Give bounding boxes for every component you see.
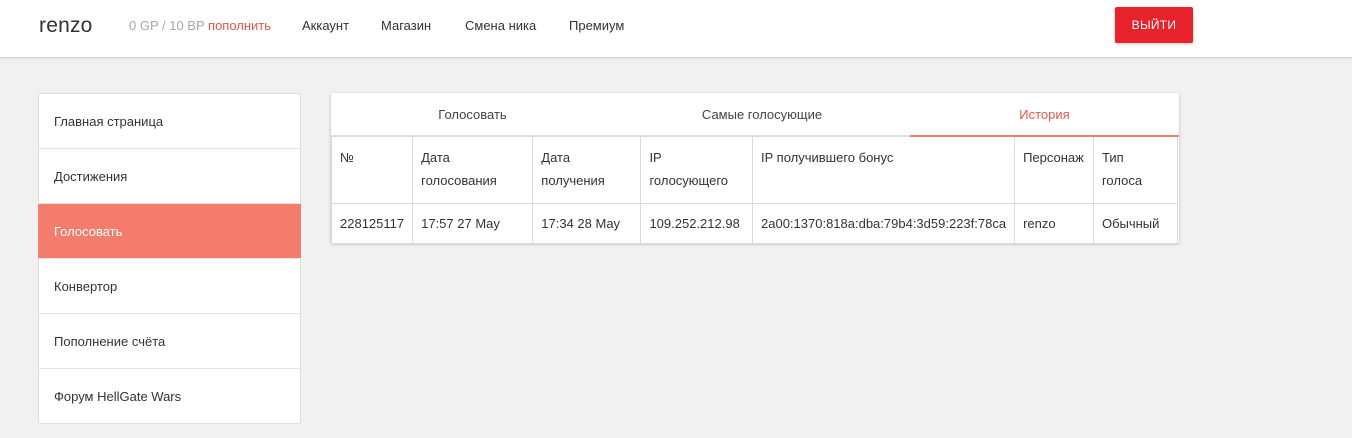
column-header-vote-type: Тип голоса (1092, 136, 1179, 204)
cell-receive-date: 17:34 28 May (532, 203, 642, 244)
nav-premium-link[interactable]: Премиум (569, 18, 624, 33)
column-header-receive-date: Дата получения (532, 136, 642, 204)
cell-number: 228125117 (330, 203, 414, 244)
column-header-voter-ip: IP голосующего (640, 136, 753, 204)
column-header-number: № (330, 136, 414, 204)
sidebar-menu: Главная страница Достижения Голосовать К… (38, 93, 301, 424)
column-header-vote-date: Дата голосования (412, 136, 534, 204)
cell-vote-date: 17:57 27 May (412, 203, 534, 244)
table-header-row: № Дата голосования Дата получения IP голосу… (330, 136, 1179, 204)
tab-history[interactable]: История (910, 93, 1179, 137)
nav-rename-link[interactable]: Смена ника (465, 18, 536, 33)
nav-account-link[interactable]: Аккаунт (302, 18, 349, 33)
cell-character: renzo (1014, 203, 1094, 244)
sidebar-item-forum[interactable]: Форум HellGate Wars (39, 369, 300, 424)
nav-shop-link[interactable]: Магазин (381, 18, 431, 33)
vote-history-table: № Дата голосования Дата получения IP голосу… (330, 136, 1179, 244)
cell-voter-ip: 109.252.212.98 (640, 203, 753, 244)
cell-bonus-ip: 2a00:1370:818a:dba:79b4:3d59:223f:78ca (751, 203, 1016, 244)
balance-display: 0 GP / 10 BP пополнить (129, 18, 271, 33)
column-header-character: Персонаж (1014, 136, 1094, 204)
tab-top-voters[interactable]: Самые голосующие (614, 93, 910, 135)
vote-panel: Голосовать Самые голосующие История № Да… (330, 93, 1179, 244)
logout-button[interactable]: ВЫЙТИ (1115, 7, 1193, 43)
brand-username[interactable]: renzo (39, 14, 93, 38)
sidebar-item-achievements[interactable]: Достижения (39, 149, 300, 204)
column-header-bonus-ip: IP получившего бонус (751, 136, 1016, 204)
vote-tabs: Голосовать Самые голосующие История (331, 93, 1179, 137)
tab-vote[interactable]: Голосовать (331, 93, 614, 135)
cell-vote-type: Обычный (1092, 203, 1179, 244)
sidebar-item-converter[interactable]: Конвертор (39, 259, 300, 314)
sidebar-item-vote[interactable]: Голосовать (38, 204, 301, 259)
balance-value: 0 GP / 10 BP (129, 18, 205, 33)
topup-link[interactable]: пополнить (208, 18, 271, 33)
sidebar-item-topup[interactable]: Пополнение счёта (39, 314, 300, 369)
sidebar-item-home[interactable]: Главная страница (39, 94, 300, 149)
table-row: 228125117 17:57 27 May 17:34 28 May 109.… (330, 203, 1179, 244)
top-navbar: renzo 0 GP / 10 BP пополнить Аккаунт Маг… (0, 0, 1352, 58)
